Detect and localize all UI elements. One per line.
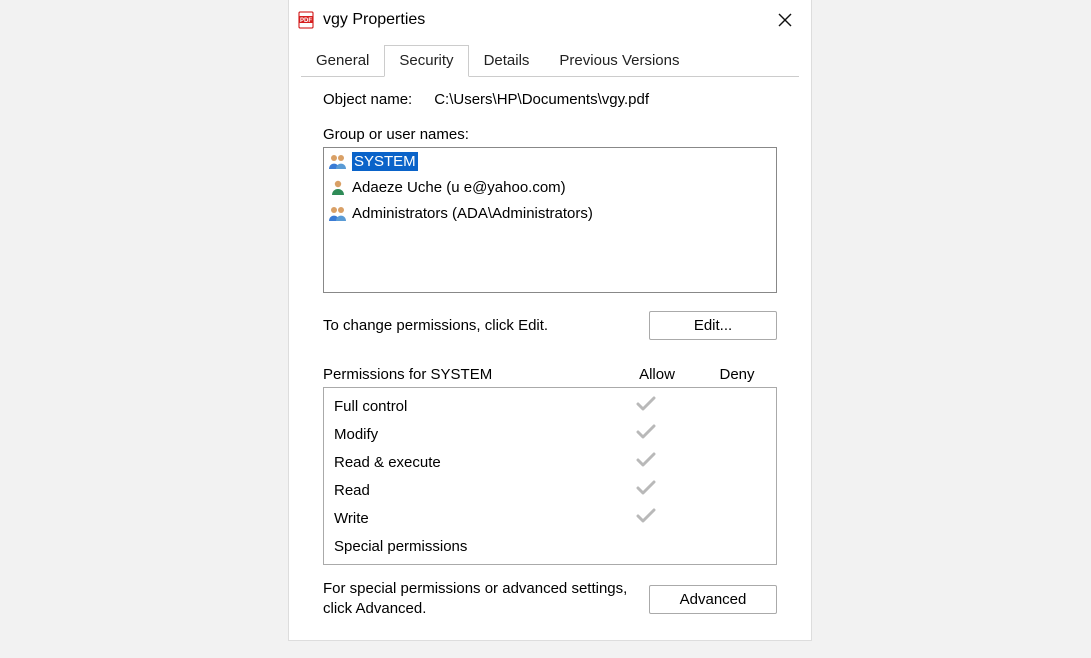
tab-previous-versions[interactable]: Previous Versions bbox=[544, 45, 694, 77]
properties-dialog: PDF vgy Properties General Security Deta… bbox=[288, 0, 812, 641]
close-button[interactable] bbox=[767, 6, 803, 34]
perm-col-deny: Deny bbox=[697, 366, 777, 383]
permission-name: Read & execute bbox=[334, 454, 606, 471]
tab-general[interactable]: General bbox=[301, 45, 384, 77]
check-icon bbox=[636, 480, 656, 500]
object-name-value: C:\Users\HP\Documents\vgy.pdf bbox=[434, 91, 649, 108]
titlebar: PDF vgy Properties bbox=[289, 0, 811, 44]
check-icon bbox=[636, 452, 656, 472]
list-item[interactable]: Administrators (ADA\Administrators) bbox=[324, 200, 776, 226]
pdf-file-icon: PDF bbox=[297, 11, 315, 29]
tabs-wrap: General Security Details Previous Versio… bbox=[289, 44, 811, 640]
svg-text:PDF: PDF bbox=[300, 18, 312, 24]
permission-row: Full control bbox=[324, 392, 776, 420]
tab-security[interactable]: Security bbox=[384, 45, 468, 77]
principal-name: Administrators (ADA\Administrators) bbox=[352, 205, 593, 222]
check-icon bbox=[636, 508, 656, 528]
permission-name: Read bbox=[334, 482, 606, 499]
permission-name: Special permissions bbox=[334, 538, 606, 555]
list-item[interactable]: SYSTEM bbox=[324, 148, 776, 174]
tab-content: Object name: C:\Users\HP\Documents\vgy.p… bbox=[301, 77, 799, 640]
advanced-hint: For special permissions or advanced sett… bbox=[323, 579, 649, 620]
groups-listbox[interactable]: SYSTEM Adaeze Uche (u e@yahoo.com) Adminis… bbox=[323, 147, 777, 293]
permission-row: Read bbox=[324, 476, 776, 504]
groups-label: Group or user names: bbox=[323, 126, 777, 143]
permissions-list: Full control Modify Read & execute Read Writ… bbox=[323, 387, 777, 565]
group-icon bbox=[328, 203, 348, 223]
permission-name: Modify bbox=[334, 426, 606, 443]
permission-allow bbox=[606, 508, 686, 528]
check-icon bbox=[636, 396, 656, 416]
group-icon bbox=[328, 151, 348, 171]
list-item[interactable]: Adaeze Uche (u e@yahoo.com) bbox=[324, 174, 776, 200]
permission-row: Modify bbox=[324, 420, 776, 448]
permission-allow bbox=[606, 424, 686, 444]
permission-row: Write bbox=[324, 504, 776, 532]
object-name-label: Object name: bbox=[323, 91, 412, 108]
permission-allow bbox=[606, 452, 686, 472]
advanced-button[interactable]: Advanced bbox=[649, 585, 777, 614]
window-title: vgy Properties bbox=[323, 11, 767, 29]
perm-col-allow: Allow bbox=[617, 366, 697, 383]
tabs: General Security Details Previous Versio… bbox=[301, 44, 799, 77]
permission-name: Full control bbox=[334, 398, 606, 415]
permission-allow bbox=[606, 480, 686, 500]
edit-button[interactable]: Edit... bbox=[649, 311, 777, 340]
close-icon bbox=[778, 13, 792, 27]
object-name-row: Object name: C:\Users\HP\Documents\vgy.p… bbox=[323, 91, 777, 108]
check-icon bbox=[636, 424, 656, 444]
permission-row: Special permissions bbox=[324, 532, 776, 560]
principal-name: Adaeze Uche (u e@yahoo.com) bbox=[352, 179, 566, 196]
user-icon bbox=[328, 177, 348, 197]
permission-name: Write bbox=[334, 510, 606, 527]
tab-details[interactable]: Details bbox=[469, 45, 545, 77]
permission-allow bbox=[606, 396, 686, 416]
edit-hint: To change permissions, click Edit. bbox=[323, 317, 649, 334]
permission-row: Read & execute bbox=[324, 448, 776, 476]
perm-header: Permissions for SYSTEM Allow Deny bbox=[323, 366, 777, 383]
principal-name: SYSTEM bbox=[352, 152, 418, 171]
perm-heading: Permissions for SYSTEM bbox=[323, 366, 617, 383]
